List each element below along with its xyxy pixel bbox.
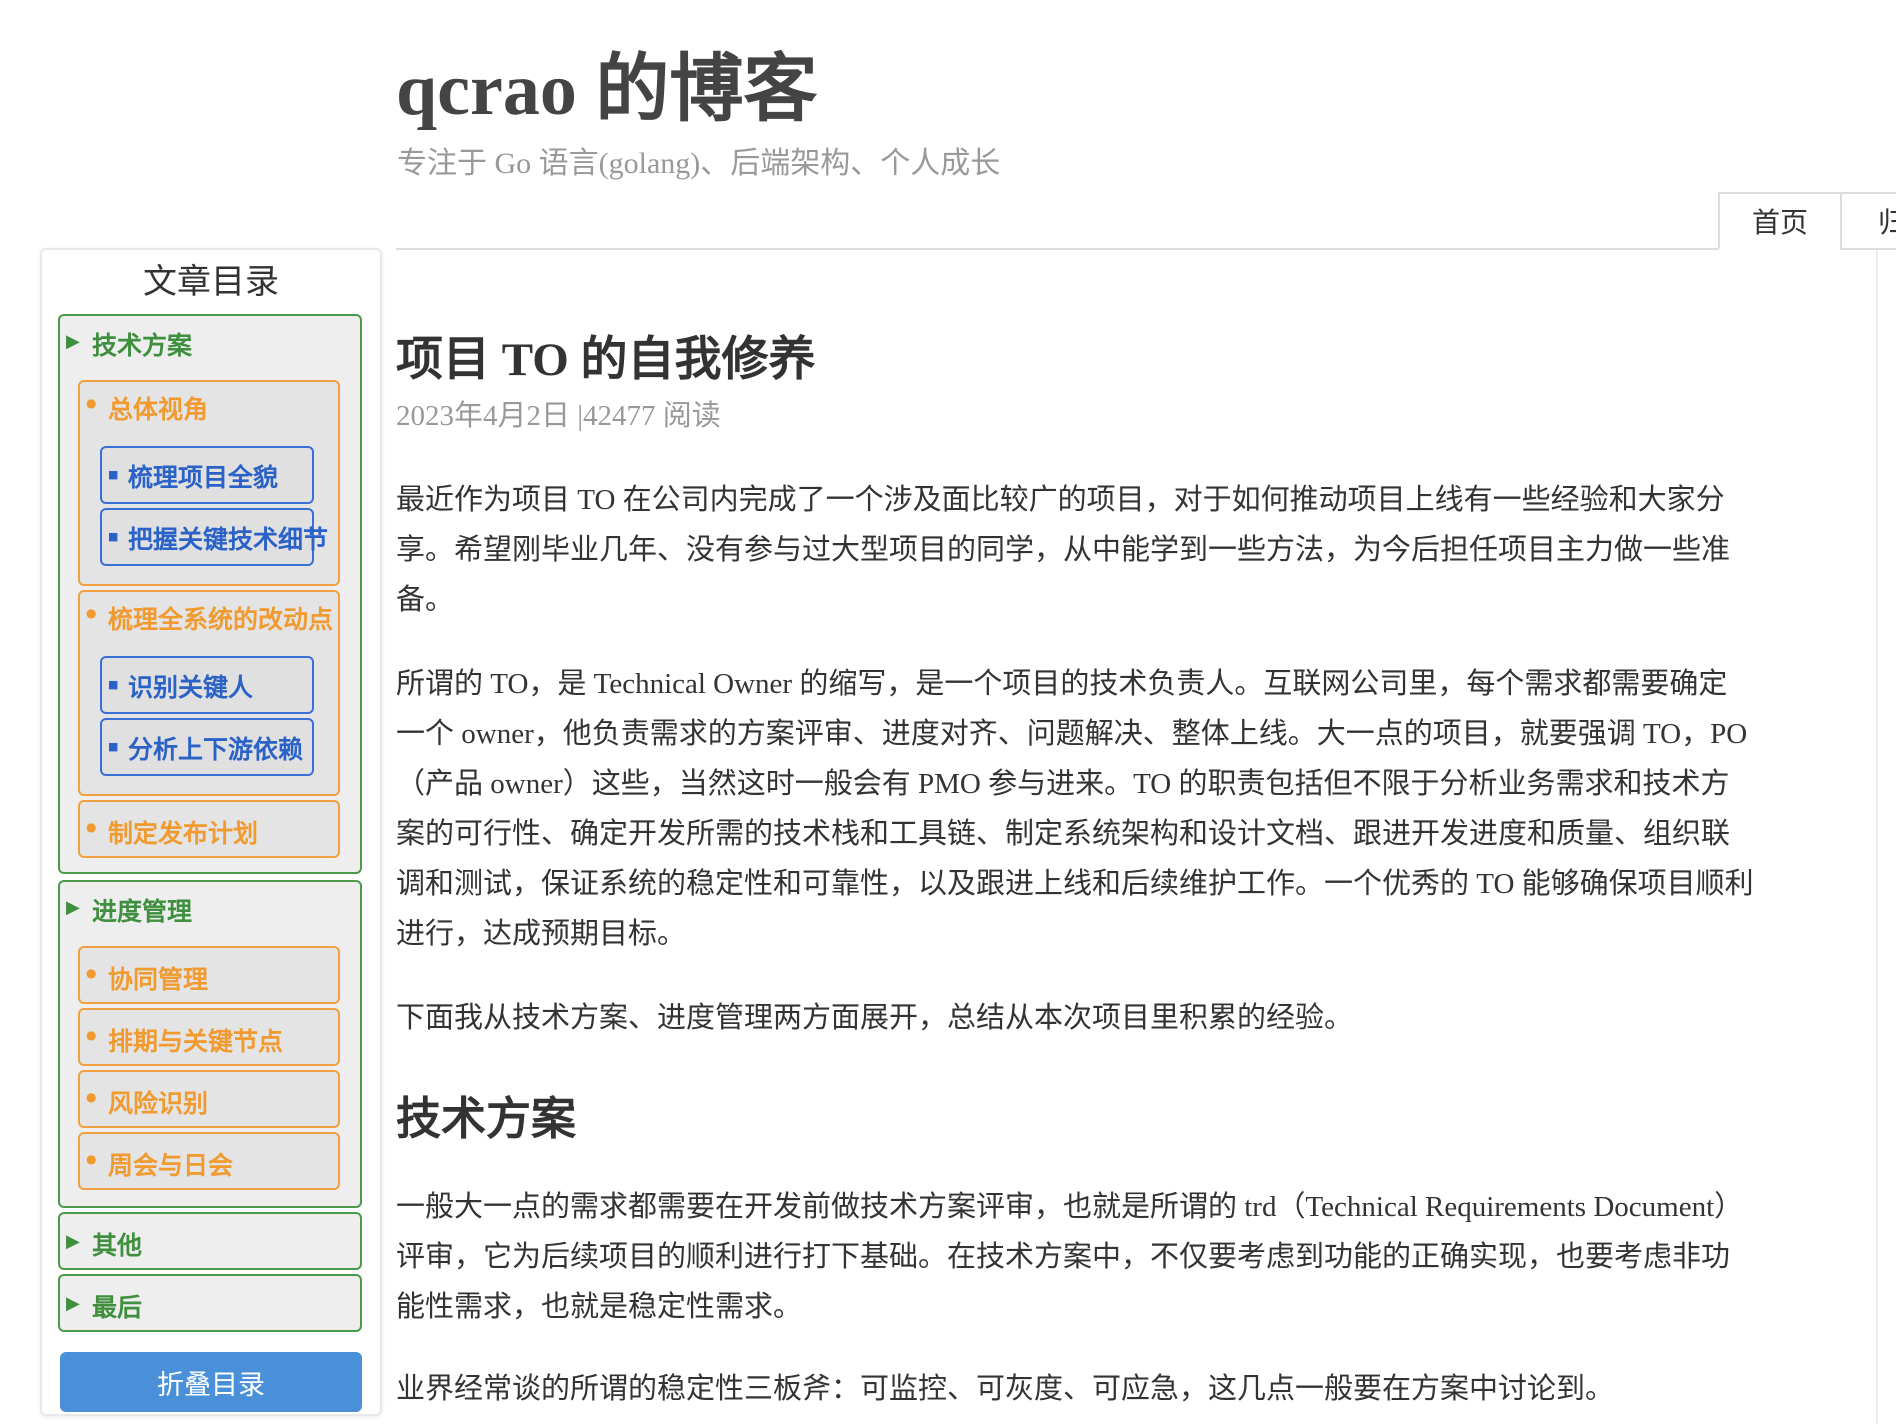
- toc-group-other[interactable]: ▶ 其他: [58, 1212, 362, 1270]
- triangle-icon: ▶: [66, 1293, 80, 1314]
- toc-item-tech[interactable]: 技术方案: [92, 326, 192, 362]
- toc-item-coop[interactable]: 协同管理: [108, 960, 208, 996]
- triangle-icon: ▶: [66, 1231, 80, 1252]
- site-subtitle: 专注于 Go 语言(golang)、后端架构、个人成长: [397, 147, 1001, 180]
- toc-item-sort-project[interactable]: 梳理项目全貌: [128, 458, 278, 494]
- toc-group-changes[interactable]: ● 梳理全系统的改动点 ■ 识别关键人 ■ 分析上下游依赖: [78, 590, 340, 796]
- toc-item-key-people[interactable]: 识别关键人: [128, 668, 253, 704]
- post-meta: 2023年4月2日 |42477 阅读: [396, 400, 721, 432]
- bullet-dot-icon: ●: [86, 820, 97, 834]
- toc-group-release[interactable]: ● 制定发布计划: [78, 800, 340, 858]
- bullet-dot-icon: ●: [86, 966, 97, 980]
- toc-item-key-detail[interactable]: 把握关键技术细节: [128, 520, 328, 556]
- toc-subitem-box[interactable]: ● 排期与关键节点: [78, 1008, 340, 1066]
- paragraph: 一般大一点的需求都需要在开发前做技术方案评审，也就是所谓的 trd（Techni…: [396, 1191, 1744, 1323]
- toc-item-schedule[interactable]: 排期与关键节点: [108, 1022, 283, 1058]
- triangle-icon: ▶: [66, 331, 80, 352]
- section-heading-tech: 技术方案: [396, 1094, 577, 1144]
- toc-item-last[interactable]: 最后: [92, 1288, 142, 1324]
- post-title: 项目 TO 的自我修养: [396, 334, 816, 386]
- nav-divider: [396, 248, 1896, 250]
- toc-item-deps[interactable]: 分析上下游依赖: [128, 730, 303, 766]
- bullet-square-icon: ■: [108, 468, 119, 481]
- bullet-dot-icon: ●: [86, 396, 97, 410]
- paragraph: 所谓的 TO，是 Technical Owner 的缩写，是一个项目的技术负责人…: [396, 668, 1754, 950]
- toc-group-tech[interactable]: ▶ 技术方案 ● 总体视角 ■ 梳理项目全貌 ■ 把握关键技术细节 ● 梳理全系…: [58, 314, 362, 874]
- content-border: [1876, 250, 1878, 1424]
- bullet-square-icon: ■: [108, 740, 119, 753]
- triangle-icon: ▶: [66, 897, 80, 918]
- toc-item-meeting[interactable]: 周会与日会: [108, 1146, 233, 1182]
- toc-group-last[interactable]: ▶ 最后: [58, 1274, 362, 1332]
- nav-tab-home[interactable]: 首页: [1718, 192, 1842, 250]
- toc-title: 文章目录: [143, 262, 279, 302]
- toc-subitem-box[interactable]: ● 协同管理: [78, 946, 340, 1004]
- collapse-toc-button[interactable]: 折叠目录: [60, 1352, 362, 1412]
- bullet-dot-icon: ●: [86, 1152, 97, 1166]
- toc-group-progress[interactable]: ▶ 进度管理 ● 协同管理 ● 排期与关键节点 ● 风险识别 ● 周会与日会: [58, 880, 362, 1208]
- toc-item-other[interactable]: 其他: [92, 1226, 142, 1262]
- toc-subitem-box[interactable]: ■ 把握关键技术细节: [100, 508, 328, 566]
- bullet-dot-icon: ●: [86, 1028, 97, 1042]
- bullet-dot-icon: ●: [86, 1090, 97, 1104]
- toc-subitem-box[interactable]: ● 周会与日会: [78, 1132, 340, 1190]
- paragraph: 最近作为项目 TO 在公司内完成了一个涉及面比较广的项目，对于如何推动项目上线有…: [396, 484, 1731, 616]
- paragraph: 下面我从技术方案、进度管理两方面展开，总结从本次项目里积累的经验。: [396, 1002, 1354, 1034]
- toc-item-risk[interactable]: 风险识别: [108, 1084, 208, 1120]
- toc-item-sort-changes[interactable]: 梳理全系统的改动点: [108, 600, 333, 636]
- toc-item-overall[interactable]: 总体视角: [108, 390, 208, 426]
- site-title[interactable]: qcrao 的博客: [396, 49, 817, 131]
- toc-subitem-box[interactable]: ■ 识别关键人: [100, 656, 314, 714]
- toc-item-release[interactable]: 制定发布计划: [108, 814, 258, 850]
- paragraph: 业界经常谈的所谓的稳定性三板斧：可监控、可灰度、可应急，这几点一般要在方案中讨论…: [396, 1373, 1615, 1405]
- bullet-square-icon: ■: [108, 678, 119, 691]
- bullet-square-icon: ■: [108, 530, 119, 543]
- bullet-dot-icon: ●: [86, 606, 97, 620]
- toc-group-overall[interactable]: ● 总体视角 ■ 梳理项目全貌 ■ 把握关键技术细节: [78, 380, 340, 586]
- toc-item-progress[interactable]: 进度管理: [92, 892, 192, 928]
- table-of-contents: 文章目录 ▶ 技术方案 ● 总体视角 ■ 梳理项目全貌 ■ 把握关键技术细节 ●…: [40, 248, 382, 1416]
- nav-tab-archive[interactable]: 归: [1840, 192, 1896, 250]
- toc-subitem-box[interactable]: ● 风险识别: [78, 1070, 340, 1128]
- toc-subitem-box[interactable]: ■ 分析上下游依赖: [100, 718, 314, 776]
- toc-subitem-box[interactable]: ■ 梳理项目全貌: [100, 446, 314, 504]
